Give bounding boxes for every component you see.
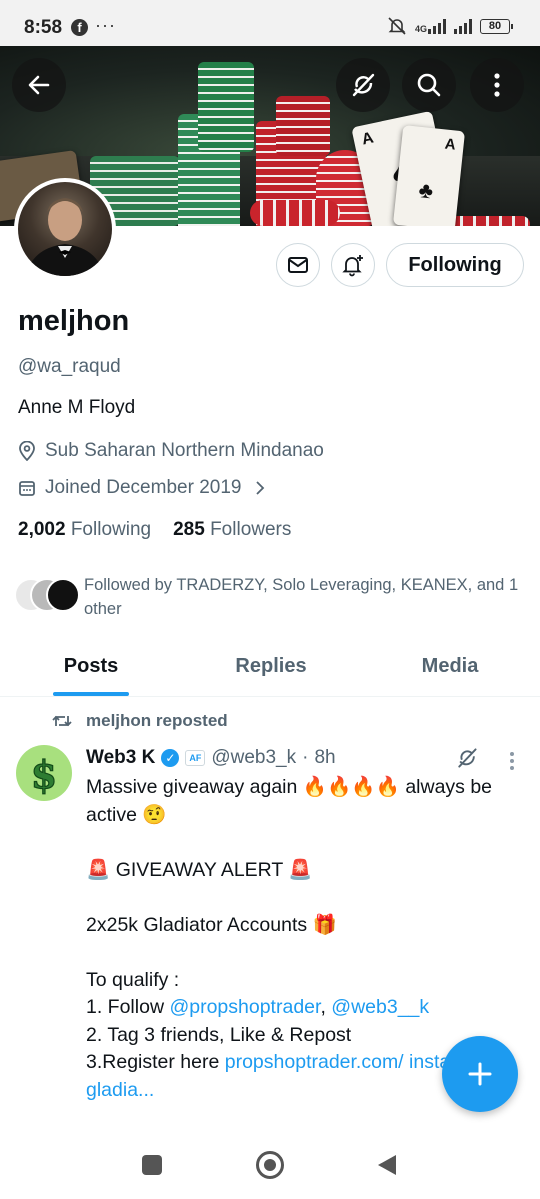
location-text: Sub Saharan Northern Mindanao: [45, 440, 324, 461]
following-label: Following: [70, 519, 152, 540]
battery-icon: 80: [480, 18, 513, 34]
mail-icon: [288, 257, 308, 273]
notifications-button[interactable]: [331, 243, 375, 287]
plus-icon: [468, 1062, 492, 1086]
profile-tabs: Posts Replies Media: [0, 640, 540, 697]
dollar-logo-icon: $: [30, 751, 58, 795]
post-text-fragment: ,: [320, 996, 332, 1018]
post-blank-line: [86, 939, 526, 967]
repost-label: meljhon reposted: [86, 711, 228, 730]
followers-stat[interactable]: 285 Followers: [173, 519, 291, 541]
search-icon: [417, 73, 441, 97]
following-count: 2,002: [18, 519, 66, 540]
signal-1-icon: [428, 18, 446, 34]
post-header: Web3 K ✓ AF @web3_k · 8h: [86, 747, 336, 769]
more-vertical-icon[interactable]: [509, 751, 515, 771]
joined-text: Joined December 2019: [45, 477, 242, 498]
mention-link[interactable]: @propshoptrader: [169, 996, 320, 1018]
more-notifications-icon: ···: [95, 15, 116, 35]
profile-location: Sub Saharan Northern Mindanao: [18, 440, 324, 462]
compose-button[interactable]: [442, 1036, 518, 1112]
banner-chips: [450, 216, 530, 226]
banner-card-ace: A ♣: [392, 125, 466, 226]
banner-chips: [276, 96, 330, 156]
following-stat[interactable]: 2,002 Following: [18, 519, 151, 541]
clock: 8:58: [24, 17, 63, 38]
tab-replies[interactable]: Replies: [182, 640, 360, 696]
post-author-name[interactable]: Web3 K: [86, 747, 155, 769]
chevron-right-icon: [256, 481, 265, 495]
post-blank-line: [86, 829, 526, 857]
banner-chips: [198, 62, 254, 152]
profile-stats: 2,002 Following 285 Followers: [18, 519, 291, 541]
followers-label: Followers: [210, 519, 292, 540]
profile-handle: @wa_raqud: [18, 356, 121, 377]
more-options-button[interactable]: [470, 58, 524, 112]
profile-avatar[interactable]: [14, 178, 116, 280]
banner-chips: [250, 200, 340, 226]
verified-icon: ✓: [161, 749, 180, 767]
tab-media[interactable]: Media: [360, 640, 540, 696]
post-time: 8h: [314, 747, 336, 768]
grok-icon[interactable]: [455, 746, 479, 770]
post-author-avatar[interactable]: $: [16, 745, 72, 801]
facebook-notification-icon: f: [71, 19, 88, 36]
more-vertical-icon: [494, 73, 500, 97]
back-triangle-icon[interactable]: [376, 1153, 398, 1177]
back-button[interactable]: [12, 58, 66, 112]
followed-by-text[interactable]: Followed by TRADERZY, Solo Leveraging, K…: [84, 573, 524, 621]
repost-indicator: meljhon reposted: [52, 711, 228, 731]
followers-count: 285: [173, 519, 205, 540]
home-circle-icon[interactable]: [256, 1151, 284, 1179]
affiliate-badge: AF: [185, 750, 206, 766]
mutual-avatar: [46, 578, 80, 612]
grok-icon: [352, 73, 375, 97]
avatar-portrait: [26, 198, 104, 276]
post-author-handle[interactable]: @web3_k: [211, 747, 296, 769]
search-button[interactable]: [402, 58, 456, 112]
recents-square-icon[interactable]: [142, 1155, 162, 1175]
profile-joined[interactable]: Joined December 2019: [18, 477, 266, 499]
post-text-fragment: 3.Register here: [86, 1051, 225, 1073]
post-line: 🚨 GIVEAWAY ALERT 🚨: [86, 858, 313, 881]
post-separator: ·: [302, 747, 309, 768]
system-navigation-bar: [0, 1130, 540, 1199]
repost-icon: [52, 715, 72, 727]
location-icon: [19, 441, 35, 461]
svg-text:$: $: [31, 752, 57, 795]
post-blank-line: [86, 884, 526, 912]
calendar-icon: [19, 481, 35, 496]
back-arrow-icon: [28, 75, 50, 95]
tab-posts[interactable]: Posts: [0, 640, 182, 696]
following-button[interactable]: Following: [386, 243, 524, 287]
post-line: To qualify :: [86, 968, 180, 991]
notification-bell-icon: [342, 255, 363, 277]
mention-link[interactable]: @web3__k: [331, 996, 429, 1018]
grok-button[interactable]: [336, 58, 390, 112]
message-button[interactable]: [276, 243, 320, 287]
post-text-fragment: 1. Follow: [86, 996, 170, 1018]
profile-name: meljhon: [18, 305, 130, 337]
network-type: 4G: [414, 24, 427, 34]
post-line: 1. Follow @propshoptrader, @web3__k: [86, 994, 526, 1022]
post-line: Massive giveaway again 🔥🔥🔥🔥 always be ac…: [86, 776, 493, 826]
mute-bell-icon: [388, 17, 406, 35]
status-icons: 4G 80: [387, 16, 513, 36]
post-line: 2x25k Gladiator Accounts 🎁: [86, 913, 337, 936]
status-bar: 8:58 f ··· 4G 80: [0, 0, 540, 46]
signal-2-icon: [454, 18, 472, 34]
profile-bio: Anne M Floyd: [18, 397, 136, 418]
mutual-followers-avatars[interactable]: [14, 578, 80, 612]
